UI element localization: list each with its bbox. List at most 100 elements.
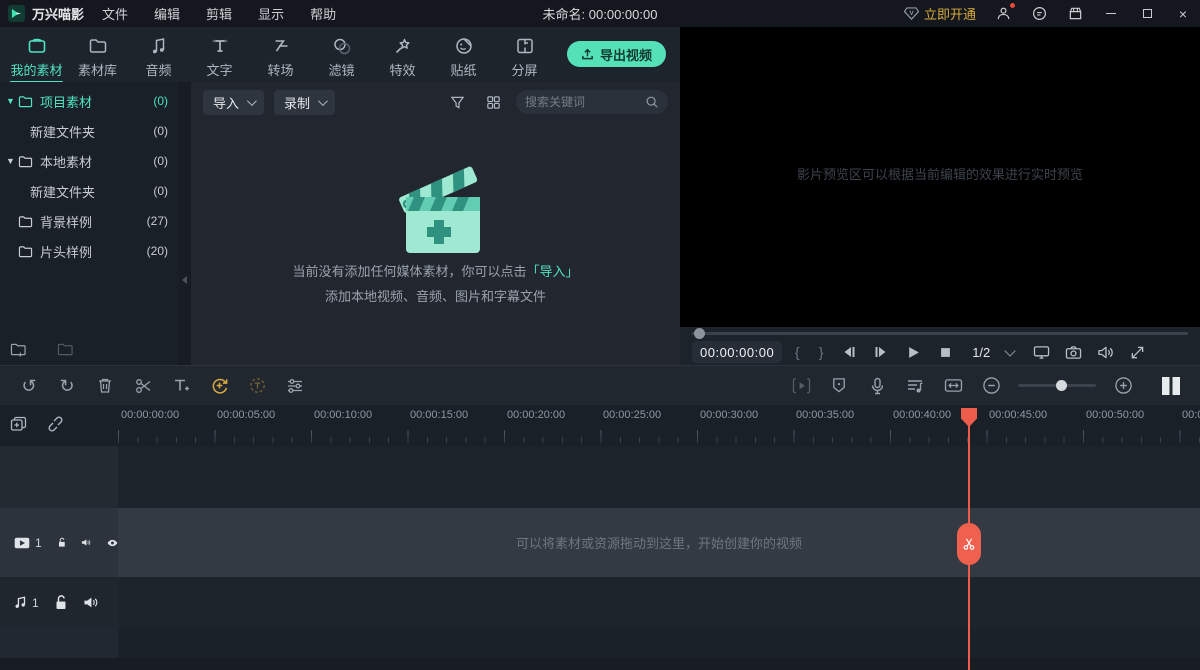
tab-transitions[interactable]: 转场 [250,31,311,79]
tab-text[interactable]: 文字 [189,31,250,79]
timeline-ruler[interactable]: 00:00:00:00 00:00:05:00 00:00:10:00 00:0… [0,405,1200,446]
account-button[interactable] [994,5,1012,23]
caret-down-icon[interactable]: ▼ [6,96,18,106]
audio-mixer-button[interactable] [896,372,934,400]
tab-stock-media[interactable]: 素材库 [67,31,128,79]
play-button[interactable] [900,340,926,364]
undo-button[interactable]: ↺ [10,372,48,400]
display-device-button[interactable] [1028,340,1054,364]
record-button[interactable]: 录制 [274,90,335,115]
tab-effects[interactable]: 特效 [372,31,433,79]
next-frame-button[interactable] [868,340,894,364]
mark-in-button[interactable]: { [788,344,806,360]
audio-track-lane[interactable] [118,577,1200,628]
keyframe-button[interactable] [200,372,238,400]
track-mute-icon[interactable] [81,536,91,549]
maximize-button[interactable] [1138,5,1156,23]
preview-quality-value[interactable]: 1/2 [972,345,990,360]
delete-folder-icon [57,342,74,357]
search-icon[interactable] [645,95,659,109]
view-mode-button[interactable] [480,89,506,115]
volume-button[interactable] [1092,340,1118,364]
keyframe-icon [210,376,229,395]
zoom-out-button[interactable] [972,372,1010,400]
timeline-zoom-slider[interactable] [1018,384,1096,387]
track-visibility-icon[interactable] [107,537,118,549]
sidebar-item-new-folder-2[interactable]: 新建文件夹 (0) [0,176,178,206]
zoom-slider-handle[interactable] [1056,380,1067,391]
effects-icon [392,35,414,57]
track-mute-icon[interactable] [83,596,98,609]
tab-label: 贴纸 [450,60,476,79]
timeline-empty-area[interactable] [118,446,1200,508]
search-input[interactable] [525,95,639,109]
quality-dropdown-icon[interactable] [1005,345,1016,356]
tab-audio[interactable]: 音频 [128,31,189,79]
delete-button[interactable] [86,372,124,400]
filter-media-button[interactable] [444,89,470,115]
panel-layout-button[interactable] [1152,372,1190,400]
import-button[interactable]: 导入 [203,90,264,115]
fit-timeline-button[interactable] [934,372,972,400]
tab-my-media[interactable]: 我的素材 [6,31,67,79]
preview-timecode[interactable]: 00:00:00:00 [692,341,782,363]
audio-icon [148,35,170,57]
vip-label: 立即开通 [924,4,976,23]
timeline-empty-area[interactable] [118,628,1200,658]
tab-label: 转场 [267,60,293,79]
import-link[interactable]: 「导入」 [527,264,579,279]
tab-stickers[interactable]: 贴纸 [433,31,494,79]
tab-filters[interactable]: 滤镜 [311,31,372,79]
sidebar-item-local-media[interactable]: ▼ 本地素材 (0) [0,146,178,176]
audio-track-badge: 1 [14,596,39,610]
sidebar-item-project-media[interactable]: ▼ 项目素材 (0) [0,86,178,116]
zoom-in-button[interactable] [1104,372,1142,400]
account-icon [996,6,1011,21]
menu-help[interactable]: 帮助 [310,4,336,23]
previous-frame-button[interactable] [836,340,862,364]
resource-store-button[interactable] [1066,5,1084,23]
video-preview-area[interactable]: 影片预览区可以根据当前编辑的效果进行实时预览 [680,27,1200,327]
play-icon [907,346,920,359]
sidebar-collapse-handle[interactable] [178,82,191,365]
playhead-cut-button[interactable] [957,523,981,565]
lock-open-icon[interactable] [58,535,66,550]
video-track-lane[interactable]: 可以将素材或资源拖动到这里，开始创建你的视频 [118,508,1200,577]
menu-file[interactable]: 文件 [102,4,128,23]
scrubber-track[interactable] [692,332,1188,335]
sidebar-item-new-folder-1[interactable]: 新建文件夹 (0) [0,116,178,146]
menu-clip[interactable]: 剪辑 [206,4,232,23]
redo-button[interactable]: ↻ [48,372,86,400]
menu-edit[interactable]: 编辑 [154,4,180,23]
adjust-button[interactable] [276,372,314,400]
sidebar-item-background-samples[interactable]: 背景样例 (27) [0,206,178,236]
caret-down-icon[interactable]: ▼ [6,156,18,166]
delete-folder-button[interactable] [57,342,74,357]
stop-button[interactable] [932,340,958,364]
scrubber-handle[interactable] [694,328,705,339]
minimize-button[interactable] [1102,5,1120,23]
folder-icon [18,155,33,168]
feedback-button[interactable] [1030,5,1048,23]
record-voiceover-button[interactable] [858,372,896,400]
add-text-button[interactable] [162,372,200,400]
motion-tracking-button[interactable] [238,372,276,400]
search-box[interactable] [516,90,668,114]
add-folder-button[interactable] [10,342,27,357]
tab-split-screen[interactable]: 分屏 [494,31,555,79]
close-button[interactable]: × [1174,5,1192,23]
undo-icon: ↺ [21,377,36,395]
snapshot-button[interactable] [1060,340,1086,364]
menu-view[interactable]: 显示 [258,4,284,23]
sidebar-item-intro-samples[interactable]: 片头样例 (20) [0,236,178,266]
marker-button[interactable] [820,372,858,400]
upgrade-vip-button[interactable]: V 立即开通 [904,4,976,23]
fullscreen-button[interactable] [1124,340,1150,364]
export-video-button[interactable]: 导出视频 [567,41,666,67]
mark-out-button[interactable]: } [812,344,830,360]
folder-icon [18,95,33,108]
split-button[interactable] [124,372,162,400]
render-preview-button[interactable] [782,372,820,400]
lock-open-icon[interactable] [55,595,67,610]
media-empty-state: 当前没有添加任何媒体素材，你可以点击「导入」 添加本地视频、音频、图片和字幕文件 [191,122,680,365]
